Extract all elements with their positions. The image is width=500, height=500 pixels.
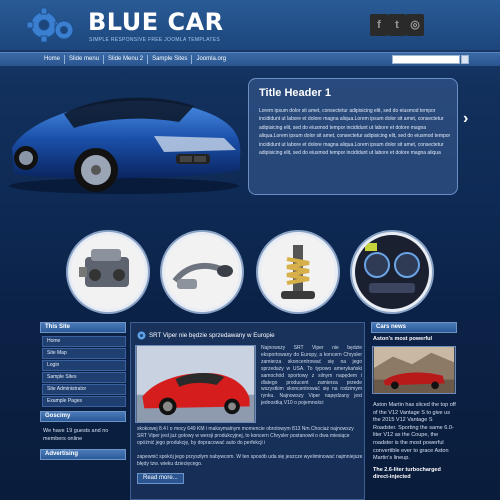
search-button[interactable] bbox=[461, 55, 469, 64]
left-sidebar: This Site Home Site Map Login Sample Sit… bbox=[40, 322, 126, 463]
sidebar-item-site-map[interactable]: Site Map bbox=[42, 348, 126, 359]
thumb-exhaust[interactable] bbox=[162, 232, 242, 312]
page: BLUE CAR SIMPLE RESPONSIVE FREE JOOMLA T… bbox=[0, 0, 500, 500]
brand-tagline: SIMPLE RESPONSIVE FREE JOOMLA TEMPLATES bbox=[89, 37, 220, 43]
thumb-suspension[interactable] bbox=[258, 232, 338, 312]
suspension-icon bbox=[281, 245, 315, 299]
article-text-right: Najnowszy SRT Viper nie będzie eksportow… bbox=[261, 345, 362, 407]
article-title[interactable]: SRT Viper nie będzie sprzedawany w Europ… bbox=[149, 332, 275, 339]
sidebar-item-sample-sites[interactable]: Sample Sites bbox=[42, 372, 126, 383]
thumb-engine[interactable] bbox=[68, 232, 148, 312]
slide-caption-box: Title Header 1 Lorem ipsum dolor sit ame… bbox=[248, 78, 458, 195]
nav-item-joomla[interactable]: Joomla.org bbox=[192, 55, 230, 64]
news-image bbox=[372, 346, 456, 394]
nav-item-sample-sites[interactable]: Sample Sites bbox=[148, 55, 193, 64]
module-title-this-site: This Site bbox=[40, 322, 126, 333]
article-text-continued: zapewnić spokój jego przyszłym nabywcom.… bbox=[137, 454, 363, 467]
header: BLUE CAR SIMPLE RESPONSIVE FREE JOOMLA T… bbox=[0, 0, 500, 50]
sidebar-item-example-pages[interactable]: Example Pages bbox=[42, 396, 126, 407]
article-image bbox=[135, 345, 256, 423]
slide-title: Title Header 1 bbox=[259, 87, 331, 99]
article-icon bbox=[137, 331, 146, 340]
slider-next-arrow-icon[interactable]: › bbox=[463, 110, 477, 128]
nav-item-home[interactable]: Home bbox=[40, 55, 66, 64]
nav-item-slide-menu[interactable]: Slide menu bbox=[65, 55, 105, 64]
sidebar-item-home[interactable]: Home bbox=[42, 336, 126, 347]
news-title-2[interactable]: The 2.6-liter turbocharged direct-inject… bbox=[373, 467, 457, 482]
sidebar-item-site-administrator[interactable]: Site Administrator bbox=[42, 384, 126, 395]
slide-text: Lorem ipsum dolor sit amet, consectetur … bbox=[259, 108, 451, 157]
engine-icon bbox=[79, 249, 129, 287]
read-more-button[interactable]: Read more... bbox=[137, 473, 184, 484]
twitter-icon[interactable]: t bbox=[388, 14, 406, 36]
search-input[interactable] bbox=[392, 55, 460, 64]
brand-title[interactable]: BLUE CAR bbox=[88, 8, 224, 36]
news-title[interactable]: Aston's most powerful bbox=[373, 336, 457, 342]
facebook-icon[interactable]: f bbox=[370, 14, 388, 36]
module-title-cars-news: Cars news bbox=[371, 322, 457, 333]
article: SRT Viper nie będzie sprzedawany w Europ… bbox=[130, 322, 365, 500]
dashboard-icon bbox=[355, 235, 429, 309]
thumb-dashboard[interactable] bbox=[352, 232, 432, 312]
module-title-who: Goscimy bbox=[40, 411, 126, 422]
who-online-text: We have 19 guests and no members online bbox=[43, 428, 109, 442]
instagram-icon[interactable]: ◎ bbox=[406, 14, 424, 36]
hero-car-image bbox=[9, 97, 241, 194]
sidebar-item-login[interactable]: Login bbox=[42, 360, 126, 371]
news-text: Aston Martin has sliced the top off of t… bbox=[373, 402, 456, 462]
nav-item-slide-menu-2[interactable]: Slide Menu 2 bbox=[104, 55, 149, 64]
module-title-advertising: Advertising bbox=[40, 449, 126, 460]
article-text-bottom: skokowej 8.4 l o mocy 649 KM i maksymaln… bbox=[137, 426, 354, 446]
right-sidebar: Cars news Aston's most powerful Aston Ma… bbox=[371, 322, 457, 482]
gear-logo-icon bbox=[26, 7, 74, 43]
exhaust-icon bbox=[172, 262, 233, 289]
